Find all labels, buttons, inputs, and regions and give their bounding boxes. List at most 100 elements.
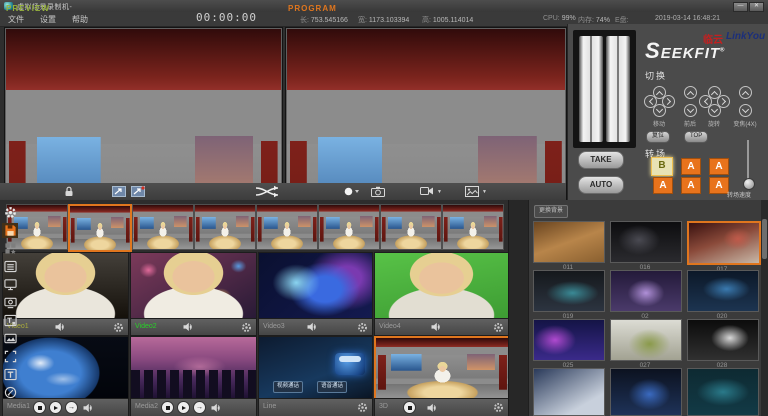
media2-play-button[interactable] — [177, 401, 190, 414]
video-call-button[interactable]: 视频通话 — [273, 381, 303, 393]
video1-settings-gear-icon[interactable] — [113, 322, 124, 333]
transition-a-button[interactable]: A — [653, 177, 673, 194]
media1-next-button[interactable]: → — [65, 401, 78, 414]
minimize-button[interactable]: — — [733, 2, 748, 12]
video4-preview[interactable] — [374, 252, 509, 320]
media2-next-button[interactable]: → — [193, 401, 206, 414]
media2-volume-icon[interactable] — [211, 403, 222, 413]
projector-icon[interactable] — [2, 295, 18, 310]
scene-item[interactable]: 025 — [533, 319, 603, 369]
scene-filmstrip-thumb[interactable] — [194, 204, 256, 250]
swap-pvw-pgm-icon[interactable] — [254, 185, 282, 198]
zoom-out-button[interactable] — [739, 104, 752, 117]
video-capture-dropdown-icon[interactable]: ▼ — [437, 189, 442, 195]
tbar-fader-left[interactable] — [579, 36, 603, 142]
datetime: 2019-03-14 16:48:21 — [655, 15, 720, 22]
transition-b-button-selected[interactable]: B — [651, 157, 673, 176]
scene-item[interactable]: 028 — [687, 319, 757, 369]
line-settings-gear-icon[interactable] — [357, 402, 368, 413]
transition-effect-1-icon[interactable] — [112, 186, 126, 197]
scrollbar-thumb[interactable] — [762, 219, 767, 259]
top-button[interactable]: TOP — [684, 131, 708, 143]
playlist-icon[interactable] — [2, 259, 18, 274]
change-background-button[interactable]: 更换背景 — [534, 205, 568, 218]
scene-3d-preview-selected[interactable] — [374, 336, 511, 402]
move-right-button[interactable] — [662, 95, 675, 108]
menu-settings[interactable]: 设置 — [40, 14, 56, 25]
scene-filmstrip-thumb[interactable] — [318, 204, 380, 250]
media1-volume-icon[interactable] — [83, 403, 94, 413]
scene-item[interactable]: 019 — [533, 270, 603, 320]
scene-item-selected[interactable]: 017 — [687, 221, 757, 273]
lock-icon[interactable] — [64, 186, 74, 197]
scene-grid-icon[interactable] — [2, 241, 18, 256]
scene-3d-stop-button[interactable] — [403, 401, 416, 414]
display-icon[interactable] — [2, 277, 18, 292]
scene-filmstrip-thumb[interactable] — [132, 204, 194, 250]
snapshot-camera-icon[interactable] — [371, 186, 385, 197]
virtual-studio-app: 虚拟场景录制机- — ✕ 文件 设置 帮助 00:00:00 长: 753.54… — [0, 0, 768, 416]
close-button[interactable]: ✕ — [749, 2, 764, 12]
transition-a-button[interactable]: A — [681, 158, 701, 175]
text-tool-icon[interactable] — [2, 367, 18, 382]
auto-button[interactable]: AUTO — [578, 176, 624, 194]
menu-file[interactable]: 文件 — [8, 14, 24, 25]
record-button[interactable] — [344, 187, 360, 196]
scene-filmstrip-thumb[interactable] — [380, 204, 442, 250]
video2-volume-icon[interactable] — [183, 322, 194, 332]
scene-item[interactable]: 02 — [610, 270, 680, 320]
transition-a-button[interactable]: A — [709, 158, 729, 175]
move-left-button[interactable] — [644, 95, 657, 108]
video1-volume-icon[interactable] — [55, 322, 66, 332]
subtitle-text-icon[interactable] — [2, 313, 18, 328]
scene-item[interactable] — [687, 368, 757, 416]
media2-preview[interactable] — [130, 336, 257, 400]
video3-volume-icon[interactable] — [307, 322, 318, 332]
video1-preview[interactable] — [2, 252, 129, 320]
video2-preview[interactable] — [130, 252, 257, 320]
draw-pen-icon[interactable] — [2, 385, 18, 400]
media2-stop-button[interactable] — [161, 401, 174, 414]
image-output-icon[interactable] — [465, 186, 479, 197]
scene-item[interactable] — [610, 368, 680, 416]
settings-gear-icon[interactable] — [2, 205, 18, 220]
scene-3d-volume-icon[interactable] — [427, 403, 438, 413]
video-capture-icon[interactable] — [420, 186, 434, 196]
image-layers-icon[interactable] — [2, 331, 18, 346]
scene-item[interactable]: 011 — [533, 221, 603, 271]
dolly-up-button[interactable] — [684, 86, 697, 99]
transition-a-button[interactable]: A — [681, 177, 701, 194]
line-call-preview[interactable]: 视频通话 语音通话 — [258, 336, 373, 400]
scene-filmstrip-thumb[interactable] — [442, 204, 504, 250]
menu-help[interactable]: 帮助 — [72, 14, 88, 25]
scene-item[interactable] — [533, 368, 603, 416]
take-button[interactable]: TAKE — [578, 151, 624, 169]
zoom-in-button[interactable] — [739, 86, 752, 99]
voice-call-button[interactable]: 语音通话 — [317, 381, 347, 393]
reset-button[interactable]: 复位 — [646, 131, 670, 143]
scene-item[interactable]: 020 — [687, 270, 757, 320]
video4-settings-gear-icon[interactable] — [493, 322, 504, 333]
media1-preview[interactable] — [2, 336, 129, 400]
image-output-dropdown-icon[interactable]: ▼ — [482, 189, 487, 195]
scene-filmstrip-thumb-selected[interactable] — [68, 204, 132, 252]
media1-stop-button[interactable] — [33, 401, 46, 414]
scene-item[interactable]: 027 — [610, 319, 680, 369]
scene-3d-settings-gear-icon[interactable] — [493, 402, 504, 413]
transition-a-button[interactable]: A — [709, 177, 729, 194]
rotate-left-button[interactable] — [699, 95, 712, 108]
scene-filmstrip-thumb[interactable] — [256, 204, 318, 250]
rotate-right-button[interactable] — [717, 95, 730, 108]
video3-preview[interactable] — [258, 252, 373, 320]
video3-settings-gear-icon[interactable] — [357, 322, 368, 333]
scene-item[interactable]: 016 — [610, 221, 680, 271]
dolly-down-button[interactable] — [684, 104, 697, 117]
crop-frame-icon[interactable] — [2, 349, 18, 364]
tbar-fader-right[interactable] — [606, 36, 630, 142]
save-icon-active[interactable] — [2, 223, 18, 238]
transition-speed-knob[interactable] — [743, 178, 755, 190]
media1-play-button[interactable] — [49, 401, 62, 414]
video4-volume-icon[interactable] — [431, 322, 442, 332]
transition-effect-2-icon[interactable] — [131, 186, 145, 197]
video2-settings-gear-icon[interactable] — [241, 322, 252, 333]
